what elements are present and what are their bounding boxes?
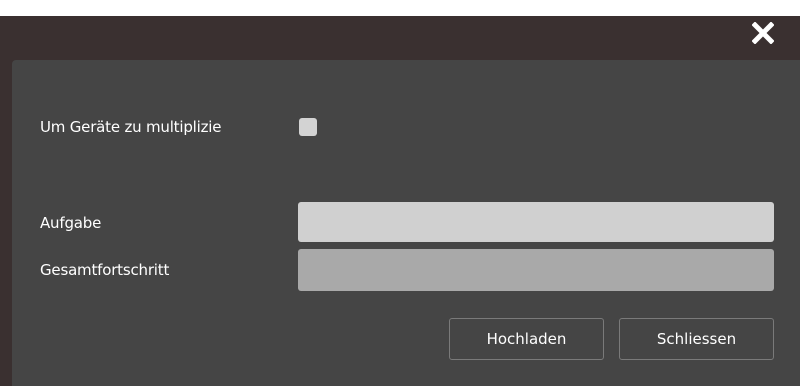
dialog-panel: Um Geräte zu multiplizie Aufgabe Gesamtf… <box>12 60 800 386</box>
close-button-label: Schliessen <box>656 330 737 348</box>
multiply-devices-label: Um Geräte zu multiplizie <box>40 118 222 136</box>
task-label: Aufgabe <box>40 214 102 232</box>
task-field <box>298 202 774 242</box>
upload-button[interactable]: Hochladen <box>449 318 604 360</box>
dialog-window: Um Geräte zu multiplizie Aufgabe Gesamtf… <box>0 16 800 386</box>
close-button[interactable]: Schliessen <box>619 318 774 360</box>
upload-button-label: Hochladen <box>486 330 567 348</box>
overall-progress-bar <box>298 249 774 291</box>
title-bar <box>0 16 800 60</box>
close-icon[interactable] <box>751 21 775 45</box>
overall-progress-label: Gesamtfortschritt <box>40 261 170 279</box>
multiply-devices-checkbox[interactable] <box>299 118 317 136</box>
